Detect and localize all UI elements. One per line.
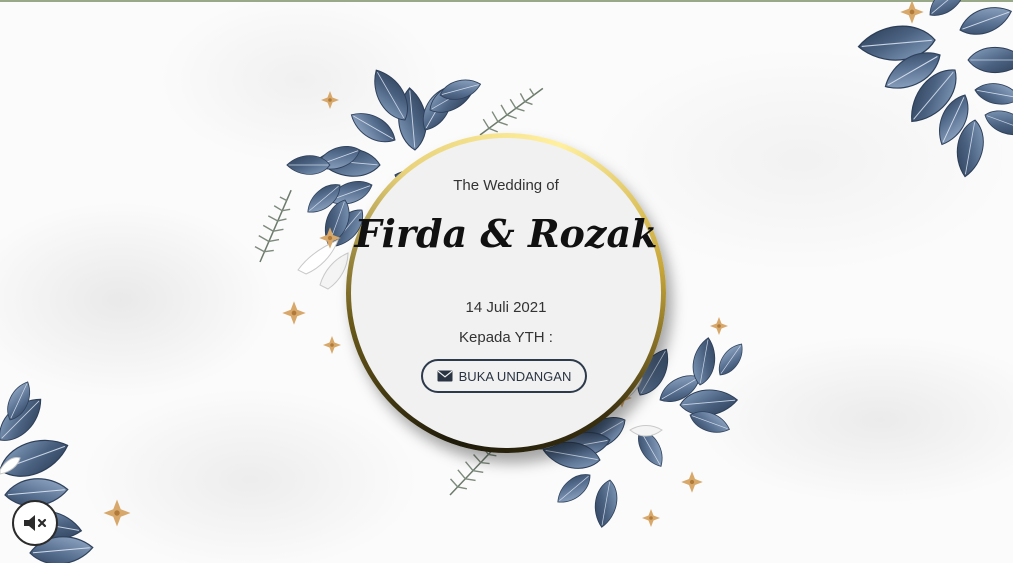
audio-toggle-button[interactable] — [12, 500, 58, 546]
wedding-subtitle: The Wedding of — [453, 177, 559, 194]
invitation-content: The Wedding of Firda & Rozak 14 Juli 202… — [346, 133, 666, 453]
open-invitation-button[interactable]: BUKA UNDANGAN — [421, 359, 587, 393]
recipient-greeting: Kepada YTH : — [459, 329, 553, 346]
wedding-date: 14 Juli 2021 — [465, 299, 547, 316]
envelope-icon — [437, 370, 453, 382]
speaker-muted-icon — [24, 515, 47, 531]
open-invitation-label: BUKA UNDANGAN — [458, 368, 572, 384]
couple-names: Firda & Rozak — [354, 211, 658, 256]
